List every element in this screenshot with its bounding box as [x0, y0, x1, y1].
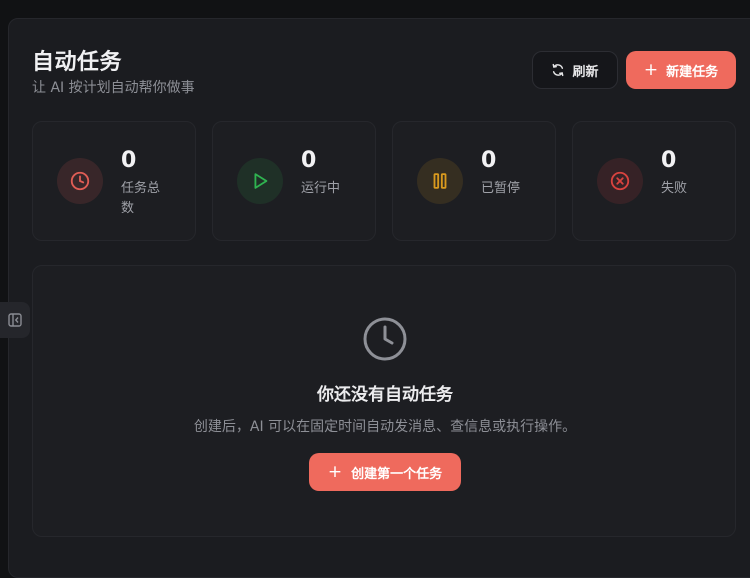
stat-icon-wrap: [417, 158, 463, 204]
new-task-button[interactable]: + 新建任务: [626, 51, 736, 89]
create-first-task-label: 创建第一个任务: [351, 466, 443, 482]
plus-icon: +: [643, 59, 659, 80]
refresh-label: 刷新: [572, 64, 599, 80]
stat-card-failed: 0 失败: [572, 121, 736, 241]
stat-value: 0: [121, 148, 137, 173]
empty-state: 你还没有自动任务 创建后，AI 可以在固定时间自动发消息、查信息或执行操作。 +…: [32, 265, 736, 537]
refresh-button[interactable]: 刷新: [532, 51, 618, 89]
stat-label: 失败: [661, 181, 688, 196]
page-subtitle: 让 AI 按计划自动帮你做事: [32, 80, 195, 96]
stat-icon-wrap: [57, 158, 103, 204]
play-icon: [254, 173, 268, 189]
plus-icon: +: [327, 461, 343, 482]
stat-card-total: 0 任务总数: [32, 121, 196, 241]
sidebar-toggle-button[interactable]: [0, 302, 30, 338]
stat-value: 0: [481, 148, 497, 173]
refresh-icon: [553, 63, 564, 77]
stat-label: 已暂停: [481, 181, 521, 196]
empty-state-description: 创建后，AI 可以在固定时间自动发消息、查信息或执行操作。: [193, 419, 577, 435]
sidebar-collapse-icon: [8, 313, 22, 327]
clock-icon: [363, 317, 407, 361]
stat-icon-wrap: [237, 158, 283, 204]
new-task-label: 新建任务: [666, 64, 719, 80]
stat-label: 运行中: [301, 181, 341, 196]
x-circle-icon: [610, 171, 630, 191]
pause-icon: [433, 173, 447, 189]
stat-icon-wrap: [597, 158, 643, 204]
page-title: 自动任务: [32, 50, 123, 75]
clock-icon: [70, 171, 90, 191]
stat-value: 0: [301, 148, 317, 173]
stat-label: 任务总数: [121, 181, 161, 216]
stat-card-running: 0 运行中: [212, 121, 376, 241]
create-first-task-button[interactable]: + 创建第一个任务: [309, 453, 461, 491]
stat-value: 0: [661, 148, 677, 173]
stat-card-paused: 0 已暂停: [392, 121, 556, 241]
empty-state-title: 你还没有自动任务: [317, 385, 453, 405]
